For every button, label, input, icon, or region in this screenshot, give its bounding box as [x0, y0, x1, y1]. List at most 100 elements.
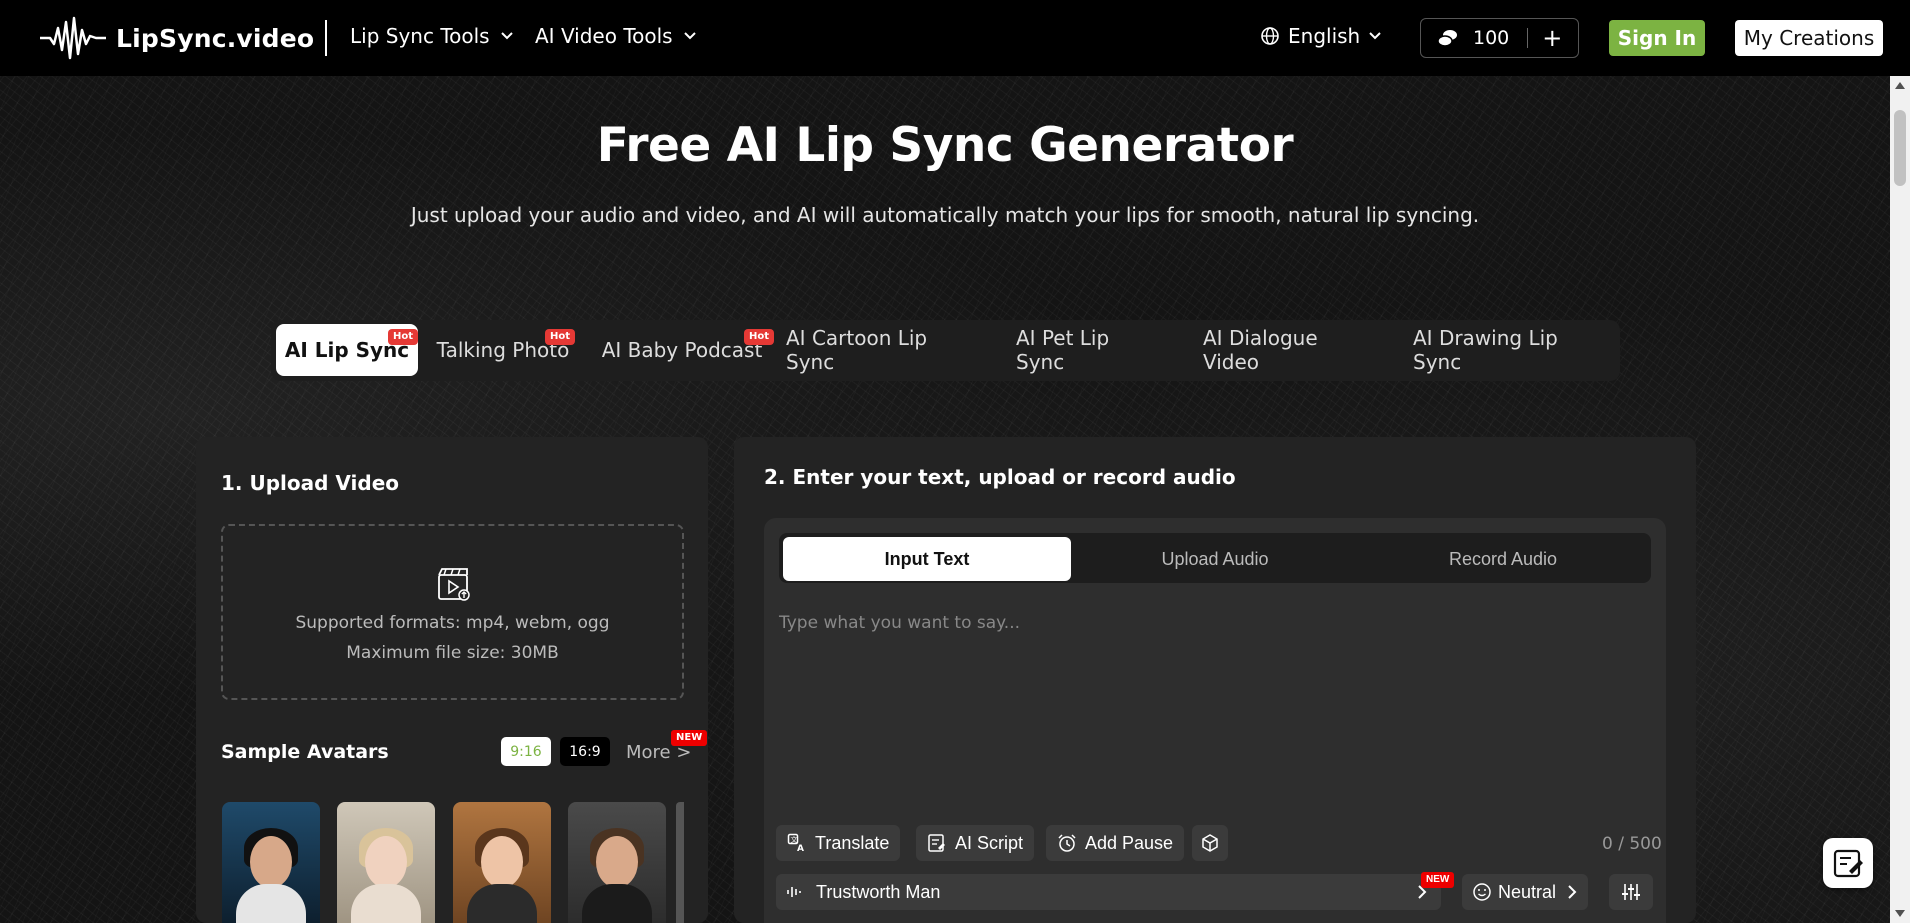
- tool-tabs: AI Lip Sync Hot Talking Photo Hot AI Bab…: [271, 320, 1620, 381]
- cube-icon: [1202, 834, 1218, 852]
- sliders-icon: [1622, 884, 1640, 900]
- chevron-down-icon: [1369, 32, 1381, 40]
- tab-label: AI Dialogue Video: [1203, 326, 1318, 374]
- avatar-face: [596, 836, 638, 888]
- add-credits-button[interactable]: +: [1542, 24, 1562, 52]
- hot-badge: Hot: [545, 329, 576, 345]
- tab-ai-baby-podcast[interactable]: AI Baby Podcast Hot: [592, 324, 775, 376]
- top-header: LipSync.video Lip Sync Tools AI Video To…: [0, 0, 1910, 76]
- page-title: Free AI Lip Sync Generator: [596, 118, 1294, 173]
- audio-mode-switch: Input Text Upload Audio Record Audio: [779, 533, 1651, 583]
- ai-script-label: AI Script: [955, 832, 1024, 853]
- smiley-icon: [1473, 883, 1491, 901]
- voice-selector[interactable]: Trustworth Man NEW: [776, 872, 1455, 910]
- translate-button[interactable]: 文 A Translate: [776, 825, 901, 861]
- add-pause-button[interactable]: Add Pause: [1046, 825, 1185, 861]
- sound-wave-icon: [787, 887, 801, 897]
- translate-icon: 文 A: [787, 833, 804, 853]
- svg-text:A: A: [797, 844, 804, 853]
- max-size-text: Maximum file size: 30MB: [346, 643, 559, 663]
- nav-ai-video-tools[interactable]: AI Video Tools: [535, 24, 697, 48]
- text-input-area[interactable]: Type what you want to say...: [779, 613, 1651, 763]
- waveform-logo-icon: [40, 16, 106, 60]
- avatar-shirt: [236, 884, 306, 923]
- header-divider: [325, 20, 327, 56]
- hot-badge: Hot: [388, 329, 419, 345]
- avatar-shirt: [351, 884, 421, 923]
- avatar-face: [365, 836, 407, 888]
- new-badge: NEW: [671, 730, 708, 746]
- hot-badge: Hot: [744, 329, 775, 345]
- cube-effects-button[interactable]: [1192, 825, 1228, 861]
- chevron-down-icon: [500, 32, 513, 40]
- script-icon: [928, 834, 945, 852]
- tab-upload-audio[interactable]: Upload Audio: [1071, 537, 1359, 581]
- ratio-9-16-button[interactable]: 9:16: [501, 737, 551, 766]
- tab-ai-pet-lip-sync[interactable]: AI Pet Lip Sync: [1016, 324, 1156, 376]
- supported-formats-text: Supported formats: mp4, webm, ogg: [295, 613, 610, 633]
- logo[interactable]: LipSync.video: [40, 14, 314, 62]
- scroll-thumb[interactable]: [1894, 110, 1906, 186]
- voice-name: Trustworth Man: [816, 881, 941, 902]
- avatar-scroll-edge: [676, 802, 684, 923]
- scroll-up-arrow-icon[interactable]: [1895, 82, 1905, 89]
- credits-count: 100: [1473, 27, 1510, 49]
- tab-ai-lip-sync[interactable]: AI Lip Sync Hot: [276, 324, 419, 376]
- nav-label: Lip Sync Tools: [350, 24, 490, 48]
- sample-avatars-label: Sample Avatars: [221, 741, 389, 763]
- scroll-down-arrow-icon[interactable]: [1895, 910, 1905, 917]
- tab-label: AI Cartoon Lip Sync: [786, 326, 928, 374]
- avatar-shirt: [467, 884, 537, 923]
- tab-ai-drawing-lip-sync[interactable]: AI Drawing Lip Sync: [1413, 324, 1608, 376]
- tab-ai-dialogue-video[interactable]: AI Dialogue Video: [1203, 324, 1373, 376]
- new-badge: NEW: [1421, 872, 1455, 888]
- video-upload-icon: [438, 568, 470, 601]
- tab-input-text[interactable]: Input Text: [783, 537, 1071, 581]
- ratio-16-9-button[interactable]: 16:9: [560, 737, 610, 766]
- ai-script-button[interactable]: AI Script: [916, 825, 1035, 861]
- sample-avatar-2[interactable]: [337, 802, 435, 923]
- alarm-clock-icon: [1058, 834, 1076, 852]
- sample-avatar-4[interactable]: [568, 802, 666, 923]
- character-counter: 0 / 500: [1602, 834, 1662, 854]
- video-dropzone[interactable]: Supported formats: mp4, webm, ogg Maximu…: [221, 524, 684, 700]
- page-subtitle: Just upload your audio and video, and AI…: [410, 203, 1480, 227]
- upload-panel-title: 1. Upload Video: [221, 471, 400, 495]
- audio-input-card: Input Text Upload Audio Record Audio Typ…: [764, 518, 1666, 923]
- feedback-button[interactable]: [1823, 838, 1873, 888]
- avatar-face: [481, 836, 523, 888]
- tab-talking-photo[interactable]: Talking Photo Hot: [428, 324, 578, 376]
- tab-label: AI Baby Podcast: [601, 338, 763, 362]
- language-label: English: [1288, 24, 1361, 48]
- my-creations-button[interactable]: My Creations: [1735, 20, 1883, 56]
- emotion-label: Neutral: [1498, 881, 1557, 902]
- logo-text: LipSync.video: [116, 23, 315, 53]
- coins-icon: [1437, 30, 1457, 47]
- avatar-shirt: [582, 884, 652, 923]
- audio-input-panel: 2. Enter your text, upload or record aud…: [734, 437, 1696, 923]
- credits-widget[interactable]: 100 +: [1420, 18, 1579, 58]
- avatar-face: [250, 836, 292, 888]
- emotion-selector[interactable]: Neutral: [1462, 874, 1588, 910]
- language-selector[interactable]: English: [1260, 24, 1382, 48]
- nav-lip-sync-tools[interactable]: Lip Sync Tools: [350, 24, 514, 48]
- upload-video-panel: 1. Upload Video Supported formats: mp4, …: [196, 437, 708, 923]
- page-scrollbar[interactable]: [1890, 76, 1910, 923]
- sign-in-button[interactable]: Sign In: [1609, 20, 1705, 56]
- globe-icon: [1261, 27, 1279, 45]
- sample-avatar-1[interactable]: [222, 802, 320, 923]
- sample-avatar-3[interactable]: [453, 802, 551, 923]
- tab-label: AI Drawing Lip Sync: [1413, 326, 1558, 374]
- tab-record-audio[interactable]: Record Audio: [1359, 537, 1647, 581]
- svg-text:文: 文: [791, 835, 798, 844]
- add-pause-label: Add Pause: [1085, 832, 1174, 853]
- chevron-right-icon: [1568, 885, 1577, 899]
- audio-panel-title: 2. Enter your text, upload or record aud…: [764, 465, 1236, 489]
- nav-label: AI Video Tools: [535, 24, 673, 48]
- translate-label: Translate: [815, 832, 890, 853]
- voice-settings-button[interactable]: [1609, 874, 1653, 910]
- chevron-down-icon: [683, 32, 696, 40]
- credits-separator: [1527, 28, 1529, 48]
- tab-label: AI Pet Lip Sync: [1016, 326, 1110, 374]
- tab-ai-cartoon-lip-sync[interactable]: AI Cartoon Lip Sync: [786, 324, 968, 376]
